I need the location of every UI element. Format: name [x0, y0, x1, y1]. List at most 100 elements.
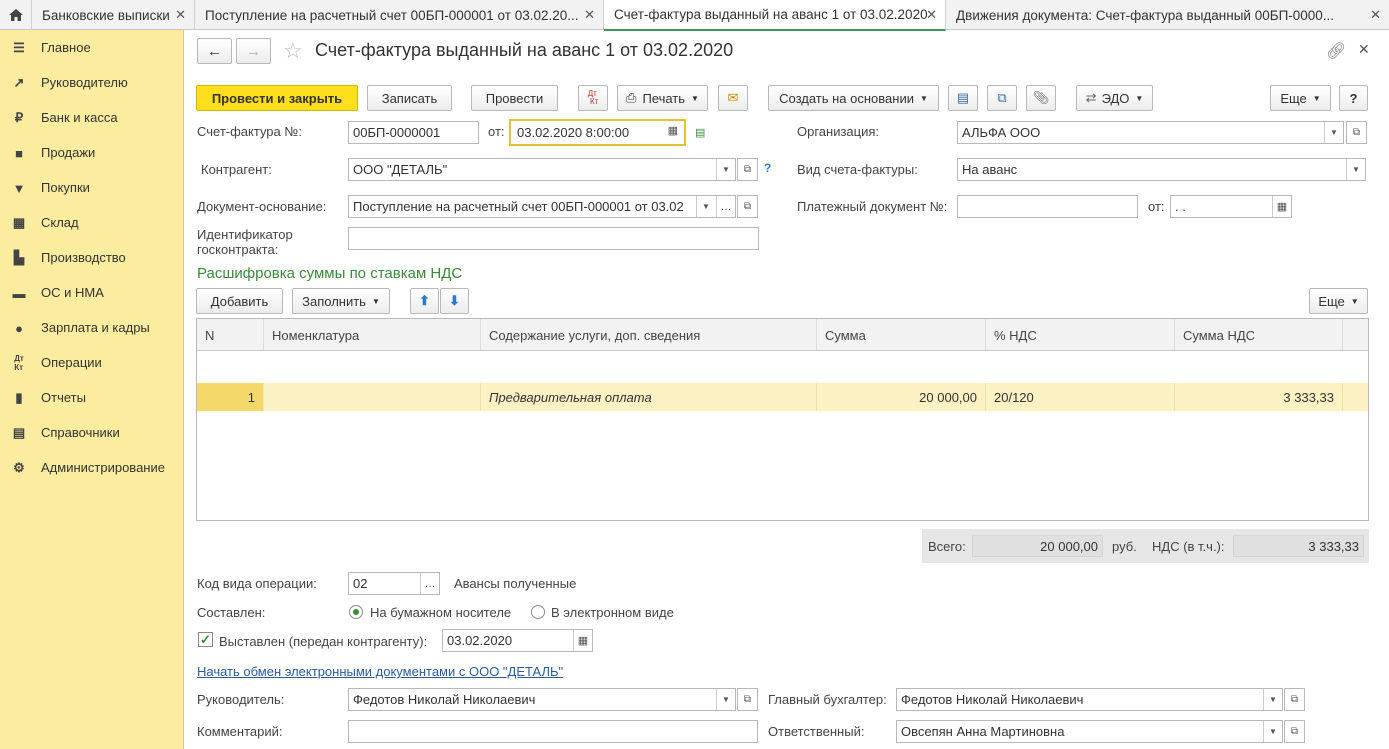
- favorite-star-icon[interactable]: ☆: [283, 38, 303, 64]
- base-document-field[interactable]: Поступление на расчетный счет 00БП-00000…: [348, 195, 736, 218]
- contractor-field[interactable]: ООО "ДЕТАЛЬ" ▼: [348, 158, 736, 181]
- close-icon[interactable]: ✕: [584, 7, 595, 23]
- issued-checkbox[interactable]: ✓: [198, 632, 213, 647]
- column-header-vat-sum[interactable]: Сумма НДС: [1175, 319, 1343, 351]
- paper-radio-label[interactable]: На бумажном носителе: [370, 605, 511, 620]
- sidebar-item-salary[interactable]: ● Зарплата и кадры: [0, 310, 184, 345]
- manager-label: Руководитель:: [197, 692, 285, 707]
- help-question-icon[interactable]: ?: [764, 161, 771, 175]
- create-based-on-button[interactable]: Создать на основании ▼: [768, 85, 939, 111]
- sidebar-item-manager[interactable]: ↗ Руководителю: [0, 65, 184, 100]
- chevron-down-icon[interactable]: ▼: [1346, 159, 1365, 180]
- open-manager-icon[interactable]: ⧉: [737, 688, 758, 711]
- payment-document-field[interactable]: [957, 195, 1138, 218]
- chevron-down-icon[interactable]: ▼: [716, 159, 735, 180]
- attach-button[interactable]: 📎︎: [1026, 85, 1056, 111]
- edo-button[interactable]: ⇄ ЭДО ▼: [1076, 85, 1153, 111]
- electronic-radio-label[interactable]: В электронном виде: [551, 605, 674, 620]
- sidebar-item-production[interactable]: ▙ Производство: [0, 240, 184, 275]
- column-header-n[interactable]: N: [197, 319, 264, 351]
- gov-contract-id-field[interactable]: [348, 227, 759, 250]
- sidebar-item-warehouse[interactable]: ▦ Склад: [0, 205, 184, 240]
- structure-button[interactable]: ⧉: [987, 85, 1017, 111]
- calendar-icon[interactable]: ▦: [668, 124, 678, 137]
- comment-field[interactable]: [348, 720, 758, 743]
- tab-label: Банковские выписки: [42, 7, 170, 23]
- sidebar-item-operations[interactable]: Дт Кт Операции: [0, 345, 184, 380]
- chevron-down-icon[interactable]: ▼: [716, 689, 735, 710]
- more-button[interactable]: Еще ▼: [1270, 85, 1331, 111]
- tab-invoice[interactable]: Счет-фактура выданный на аванс 1 от 03.0…: [604, 0, 946, 31]
- save-button[interactable]: Записать: [367, 85, 452, 111]
- sidebar-item-bank[interactable]: ₽ Банк и касса: [0, 100, 184, 135]
- tab-document-movements[interactable]: Движения документа: Счет-фактура выданны…: [946, 0, 1389, 30]
- organization-value: АЛЬФА ООО: [962, 125, 1041, 140]
- column-header-content[interactable]: Содержание услуги, доп. сведения: [481, 319, 817, 351]
- help-button[interactable]: ?: [1339, 85, 1368, 111]
- sidebar-item-sales[interactable]: ■ Продажи: [0, 135, 184, 170]
- calendar-icon[interactable]: ▦: [1272, 196, 1291, 217]
- ellipsis-icon[interactable]: …: [716, 196, 735, 217]
- start-edo-link[interactable]: Начать обмен электронными документами с …: [197, 664, 563, 679]
- chief-accountant-field[interactable]: Федотов Николай Николаевич ▼: [896, 688, 1283, 711]
- email-button[interactable]: ✉: [718, 85, 748, 111]
- add-row-button[interactable]: Добавить: [196, 288, 283, 314]
- create-based-label: Создать на основании: [779, 90, 914, 106]
- close-icon[interactable]: ✕: [175, 7, 186, 23]
- list-icon: ▤: [956, 90, 970, 105]
- open-base-document-icon[interactable]: ⧉: [737, 195, 758, 218]
- refresh-date-icon[interactable]: ▤: [695, 126, 705, 139]
- sidebar-item-fixed-assets[interactable]: ▬ ОС и НМА: [0, 275, 184, 310]
- table-row[interactable]: 1 Предварительная оплата 20 000,00 20/12…: [197, 351, 1368, 411]
- print-button[interactable]: ⎙ Печать ▼: [617, 85, 708, 111]
- close-form-icon[interactable]: ✕: [1358, 41, 1370, 58]
- sidebar-item-main[interactable]: ☰ Главное: [0, 30, 184, 65]
- invoice-type-field[interactable]: На аванс ▼: [957, 158, 1366, 181]
- tab-receipt[interactable]: Поступление на расчетный счет 00БП-00000…: [195, 0, 604, 30]
- payment-date-field[interactable]: . . ▦: [1170, 195, 1292, 218]
- column-header-sum[interactable]: Сумма: [817, 319, 986, 351]
- date-field[interactable]: 03.02.2020 8:00:00 ▦: [509, 119, 686, 146]
- manager-field[interactable]: Федотов Николай Николаевич ▼: [348, 688, 736, 711]
- paper-radio[interactable]: [349, 605, 363, 619]
- issued-date-field[interactable]: 03.02.2020 ▦: [442, 629, 593, 652]
- fill-button[interactable]: Заполнить ▼: [292, 288, 390, 314]
- post-and-close-button[interactable]: Провести и закрыть: [196, 85, 358, 111]
- column-header-vat-rate[interactable]: % НДС: [986, 319, 1175, 351]
- responsible-field[interactable]: Овсепян Анна Мартиновна ▼: [896, 720, 1283, 743]
- close-icon[interactable]: ✕: [1370, 7, 1381, 23]
- move-up-button[interactable]: ⬆: [410, 288, 439, 314]
- arrow-up-icon: ⬆: [419, 293, 430, 308]
- invoice-number-field[interactable]: 00БП-0000001: [348, 121, 479, 144]
- open-organization-icon[interactable]: ⧉: [1346, 121, 1367, 144]
- sidebar-item-purchases[interactable]: ▼ Покупки: [0, 170, 184, 205]
- open-responsible-icon[interactable]: ⧉: [1284, 720, 1305, 743]
- close-icon[interactable]: ✕: [926, 7, 937, 23]
- back-button[interactable]: ←: [197, 38, 232, 64]
- table-more-button[interactable]: Еще ▼: [1309, 288, 1368, 314]
- move-down-button[interactable]: ⬇: [440, 288, 469, 314]
- ellipsis-icon[interactable]: …: [420, 573, 439, 594]
- open-chief-accountant-icon[interactable]: ⧉: [1284, 688, 1305, 711]
- organization-field[interactable]: АЛЬФА ООО ▼: [957, 121, 1344, 144]
- tab-bank-statements[interactable]: Банковские выписки ✕: [32, 0, 195, 30]
- sidebar-item-admin[interactable]: ⚙ Администрирование: [0, 450, 184, 485]
- sidebar-item-directories[interactable]: ▤ Справочники: [0, 415, 184, 450]
- forward-button[interactable]: →: [236, 38, 271, 64]
- operation-code-field[interactable]: 02 …: [348, 572, 440, 595]
- cell-vat-sum: 3 333,33: [1175, 383, 1343, 411]
- home-button[interactable]: [0, 0, 32, 30]
- open-contractor-icon[interactable]: ⧉: [737, 158, 758, 181]
- column-header-nomenclature[interactable]: Номенклатура: [264, 319, 481, 351]
- chevron-down-icon[interactable]: ▼: [1324, 122, 1343, 143]
- sidebar-item-reports[interactable]: ▮ Отчеты: [0, 380, 184, 415]
- chevron-down-icon[interactable]: ▼: [1263, 689, 1282, 710]
- post-button[interactable]: Провести: [471, 85, 558, 111]
- journal-button[interactable]: ▤: [948, 85, 978, 111]
- dt-kt-button[interactable]: Дт Кт: [578, 85, 608, 111]
- chevron-down-icon[interactable]: ▼: [1263, 721, 1282, 742]
- electronic-radio[interactable]: [531, 605, 545, 619]
- calendar-icon[interactable]: ▦: [573, 630, 592, 651]
- link-icon[interactable]: 🔗︎: [1326, 41, 1346, 61]
- chevron-down-icon[interactable]: ▼: [696, 196, 715, 217]
